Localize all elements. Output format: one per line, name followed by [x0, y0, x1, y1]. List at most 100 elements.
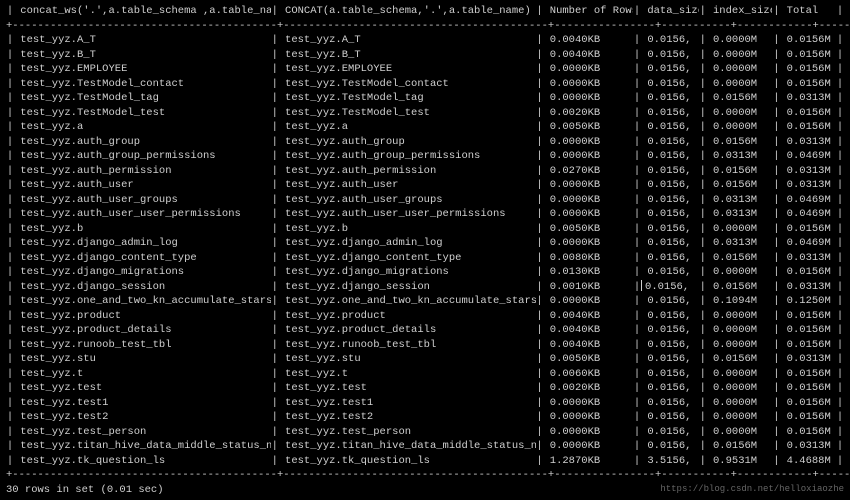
- cell-data-size: 0.0156,: [641, 265, 699, 280]
- column-separator: |: [699, 48, 707, 63]
- cell-data-size: 0.0156,: [641, 367, 699, 382]
- column-separator: |: [836, 120, 844, 135]
- cell-rows: 0.0000KB: [543, 91, 633, 106]
- column-separator: |: [633, 77, 641, 92]
- cell-concat-ws: test_yyz.B_T: [14, 48, 271, 63]
- cell-index-size: 0.0156M: [707, 251, 773, 266]
- column-separator: |: [633, 193, 641, 208]
- column-separator: |: [271, 367, 279, 382]
- cell-concat: test_yyz.auth_group_permissions: [279, 149, 536, 164]
- column-separator: |: [633, 4, 641, 19]
- header-col-5: index_size: [707, 4, 773, 19]
- column-separator: |: [271, 135, 279, 150]
- column-separator: |: [271, 410, 279, 425]
- column-separator: |: [772, 410, 780, 425]
- cell-rows: 0.0060KB: [543, 367, 633, 382]
- column-separator: |: [6, 352, 14, 367]
- column-separator: |: [836, 164, 844, 179]
- column-separator: |: [271, 4, 279, 19]
- cell-total: 0.0156M: [780, 425, 836, 440]
- column-separator: |: [271, 251, 279, 266]
- column-separator: |: [633, 265, 641, 280]
- column-separator: |: [633, 294, 641, 309]
- cell-concat: test_yyz.test: [279, 381, 536, 396]
- cell-total: 0.0156M: [780, 48, 836, 63]
- column-separator: |: [699, 294, 707, 309]
- column-separator: |: [6, 135, 14, 150]
- column-separator: |: [6, 425, 14, 440]
- column-separator: |: [633, 338, 641, 353]
- table-row: | test_yyz.a| test_yyz.a| 0.0050KB| 0.01…: [6, 120, 844, 135]
- column-separator: |: [633, 33, 641, 48]
- column-separator: |: [699, 33, 707, 48]
- table-row: | test_yyz.EMPLOYEE| test_yyz.EMPLOYEE| …: [6, 62, 844, 77]
- cell-concat: test_yyz.TestModel_tag: [279, 91, 536, 106]
- cell-concat-ws: test_yyz.django_admin_log: [14, 236, 271, 251]
- column-separator: |: [6, 323, 14, 338]
- column-separator: |: [699, 396, 707, 411]
- cell-index-size: 0.0000M: [707, 33, 773, 48]
- cell-index-size: 0.0000M: [707, 425, 773, 440]
- column-separator: |: [836, 207, 844, 222]
- table-row: | test_yyz.B_T| test_yyz.B_T| 0.0040KB| …: [6, 48, 844, 63]
- column-separator: |: [271, 106, 279, 121]
- column-separator: |: [836, 77, 844, 92]
- column-separator: |: [699, 178, 707, 193]
- cell-total: 0.0313M: [780, 135, 836, 150]
- cell-index-size: 0.9531M: [707, 454, 773, 469]
- cell-total: 0.0156M: [780, 120, 836, 135]
- column-separator: |: [6, 280, 14, 295]
- cell-rows: 0.0000KB: [543, 178, 633, 193]
- column-separator: |: [699, 265, 707, 280]
- cell-concat-ws: test_yyz.t: [14, 367, 271, 382]
- cell-concat: test_yyz.auth_user_groups: [279, 193, 536, 208]
- column-separator: |: [699, 425, 707, 440]
- column-separator: |: [699, 135, 707, 150]
- cell-concat: test_yyz.test2: [279, 410, 536, 425]
- cell-concat-ws: test_yyz.auth_user_groups: [14, 193, 271, 208]
- column-separator: |: [772, 439, 780, 454]
- column-separator: |: [536, 410, 544, 425]
- cell-data-size: 0.0156,: [641, 48, 699, 63]
- cell-data-size: 0.0156,: [641, 207, 699, 222]
- column-separator: |: [836, 236, 844, 251]
- column-separator: |: [633, 410, 641, 425]
- cell-total: 0.0156M: [780, 265, 836, 280]
- column-separator: |: [772, 4, 780, 19]
- column-separator: |: [271, 396, 279, 411]
- table-row: | test_yyz.TestModel_test| test_yyz.Test…: [6, 106, 844, 121]
- column-separator: |: [6, 309, 14, 324]
- cell-rows: 0.0000KB: [543, 62, 633, 77]
- column-separator: |: [536, 77, 544, 92]
- cell-concat-ws: test_yyz.b: [14, 222, 271, 237]
- table-row: | test_yyz.auth_group| test_yyz.auth_gro…: [6, 135, 844, 150]
- column-separator: |: [271, 91, 279, 106]
- column-separator: |: [271, 439, 279, 454]
- column-separator: |: [6, 251, 14, 266]
- column-separator: |: [271, 454, 279, 469]
- table-row: | test_yyz.auth_permission| test_yyz.aut…: [6, 164, 844, 179]
- cell-total: 0.0156M: [780, 338, 836, 353]
- cell-total: 0.0156M: [780, 396, 836, 411]
- column-separator: |: [836, 338, 844, 353]
- column-separator: |: [271, 425, 279, 440]
- column-separator: |: [772, 236, 780, 251]
- cell-index-size: 0.0000M: [707, 62, 773, 77]
- cell-rows: 0.0000KB: [543, 135, 633, 150]
- column-separator: |: [536, 294, 544, 309]
- column-separator: |: [836, 309, 844, 324]
- cell-concat-ws: test_yyz.test2: [14, 410, 271, 425]
- cell-data-size: 0.0156,: [641, 294, 699, 309]
- column-separator: |: [772, 396, 780, 411]
- cell-data-size: 0.0156,: [641, 193, 699, 208]
- cell-data-size: 0.0156,: [641, 352, 699, 367]
- cell-concat: test_yyz.auth_user: [279, 178, 536, 193]
- column-separator: |: [772, 352, 780, 367]
- table-row: | test_yyz.A_T| test_yyz.A_T| 0.0040KB| …: [6, 33, 844, 48]
- cell-total: 0.0156M: [780, 62, 836, 77]
- column-separator: |: [271, 164, 279, 179]
- cell-data-size: 3.5156,: [641, 454, 699, 469]
- column-separator: |: [6, 33, 14, 48]
- column-separator: |: [536, 149, 544, 164]
- cell-data-size: 0.0156,: [641, 149, 699, 164]
